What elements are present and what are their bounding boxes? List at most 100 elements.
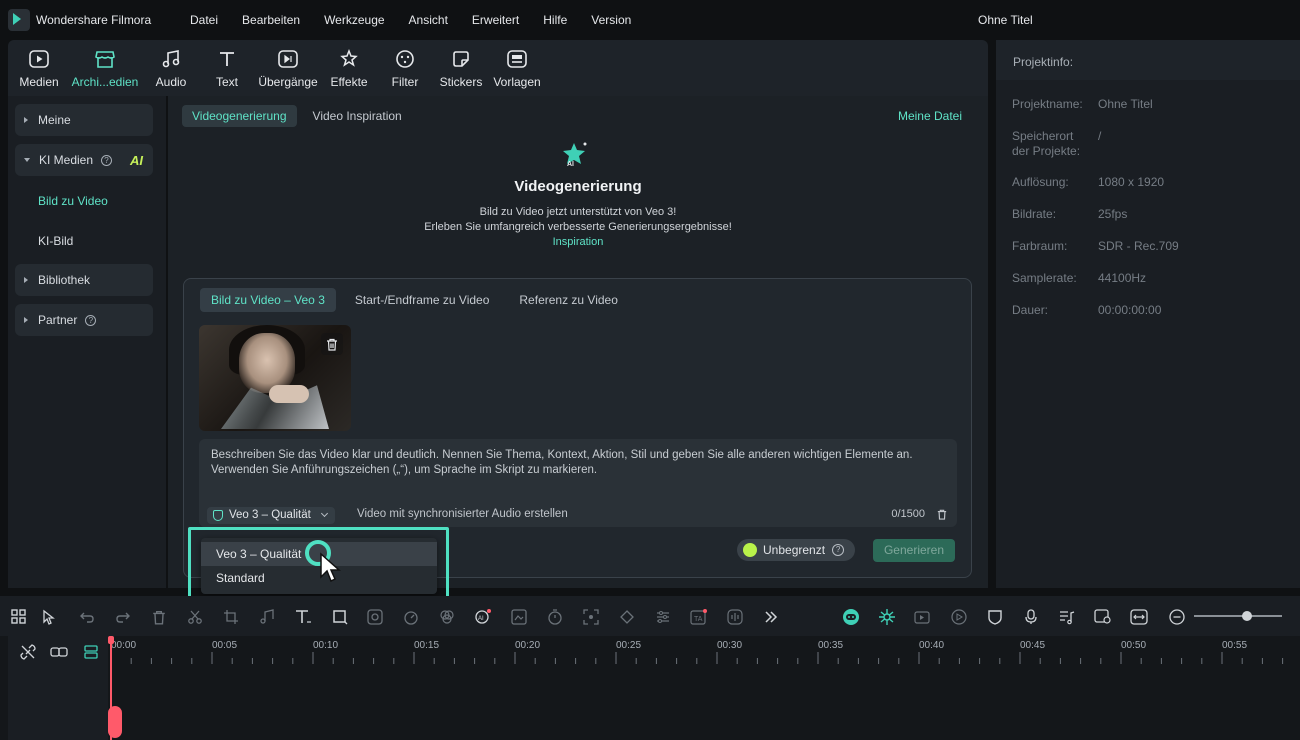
music-list-icon[interactable] bbox=[1058, 608, 1076, 626]
document-title: Ohne Titel bbox=[978, 13, 1033, 27]
help-icon[interactable]: ? bbox=[101, 154, 113, 166]
audio-note: Video mit synchronisierter Audio erstell… bbox=[357, 508, 568, 520]
fit-width-icon[interactable] bbox=[1130, 608, 1148, 626]
menu-erweitert[interactable]: Erweitert bbox=[472, 13, 519, 27]
add-track-icon[interactable] bbox=[82, 644, 100, 663]
menu-bearbeiten[interactable]: Bearbeiten bbox=[242, 13, 300, 27]
adjust-icon[interactable] bbox=[654, 608, 672, 626]
menu-datei[interactable]: Datei bbox=[190, 13, 218, 27]
credit-icon bbox=[743, 543, 757, 557]
playhead-marker[interactable] bbox=[108, 636, 114, 644]
text-tool-icon[interactable] bbox=[294, 608, 312, 626]
info-value: Ohne Titel bbox=[1098, 97, 1153, 111]
clip-settings-icon[interactable] bbox=[1094, 608, 1112, 626]
unlink-icon[interactable] bbox=[20, 644, 36, 663]
audio-edit-icon[interactable] bbox=[258, 608, 276, 626]
sticker-icon bbox=[450, 48, 472, 70]
ruler-label: 00:05 bbox=[212, 640, 238, 651]
menu-hilfe[interactable]: Hilfe bbox=[543, 13, 567, 27]
ruler-label: 00:00 bbox=[111, 640, 137, 651]
color-icon[interactable] bbox=[438, 608, 456, 626]
play-circle-icon[interactable] bbox=[950, 608, 968, 626]
keyframe-icon[interactable] bbox=[618, 608, 636, 626]
prompt-placeholder: Beschreiben Sie das Video klar und deutl… bbox=[211, 449, 913, 476]
caret-right-icon bbox=[24, 317, 28, 323]
select-pointer-icon[interactable] bbox=[41, 608, 59, 626]
crop-icon[interactable] bbox=[222, 608, 240, 626]
sidebar-item-bibliothek[interactable]: Bibliothek bbox=[15, 264, 153, 296]
menu-version[interactable]: Version bbox=[591, 13, 631, 27]
ai-copilot-icon[interactable] bbox=[842, 608, 860, 626]
undo-icon[interactable] bbox=[78, 608, 96, 626]
toolbar-audio-label: Audio bbox=[155, 75, 187, 89]
my-file-link[interactable]: Meine Datei bbox=[898, 109, 962, 123]
info-value: SDR - Rec.709 bbox=[1098, 239, 1179, 253]
uploaded-image-thumbnail[interactable] bbox=[199, 325, 351, 431]
sidebar-item-label: Meine bbox=[38, 113, 71, 127]
help-icon[interactable]: ? bbox=[832, 544, 845, 556]
link-icon[interactable] bbox=[50, 644, 68, 663]
delete-icon[interactable] bbox=[150, 608, 168, 626]
ruler-label: 00:25 bbox=[616, 640, 642, 651]
model-select[interactable]: Veo 3 – Qualität bbox=[207, 507, 336, 524]
ai-tool-icon[interactable]: AI bbox=[474, 608, 492, 626]
filmora-logo-icon bbox=[8, 9, 30, 31]
help-icon[interactable]: ? bbox=[85, 314, 97, 326]
unlimited-badge[interactable]: Unbegrenzt ? bbox=[737, 539, 855, 561]
zoom-slider[interactable] bbox=[1194, 615, 1282, 617]
ai-magic-wand-icon: AI bbox=[560, 140, 590, 170]
inspiration-link[interactable]: Inspiration bbox=[168, 236, 988, 248]
toolbar-stickers-label: Stickers bbox=[439, 75, 483, 89]
tab-referenz[interactable]: Referenz zu Video bbox=[508, 288, 629, 312]
timeline-ruler[interactable]: 00:00 00:05 00:10 00:15 00:20 00:25 00:3… bbox=[110, 636, 1300, 664]
more-chevrons-icon[interactable] bbox=[762, 608, 780, 626]
sidebar-item-ki-bild[interactable]: KI-Bild bbox=[38, 234, 73, 248]
audio-wave-icon[interactable] bbox=[726, 608, 744, 626]
sidebar-item-partner[interactable]: Partner ? bbox=[15, 304, 153, 336]
microphone-icon[interactable] bbox=[1022, 608, 1040, 626]
shape-icon[interactable] bbox=[331, 608, 349, 626]
info-value: 25fps bbox=[1098, 207, 1128, 221]
toolbar-text-label: Text bbox=[216, 75, 239, 89]
ai-image-icon[interactable] bbox=[510, 608, 528, 626]
timer-icon[interactable] bbox=[546, 608, 564, 626]
sidebar-item-label: KI Medien bbox=[39, 153, 94, 167]
music-note-icon bbox=[160, 48, 182, 70]
info-value: 44100Hz bbox=[1098, 271, 1147, 285]
shield-outline-icon[interactable] bbox=[986, 608, 1004, 626]
generate-button[interactable]: Generieren bbox=[873, 539, 955, 562]
ai-badge: AI bbox=[130, 152, 143, 168]
toolbar-filter-label: Filter bbox=[391, 75, 419, 89]
clear-prompt-button[interactable] bbox=[937, 509, 947, 523]
info-value: / bbox=[1098, 129, 1102, 143]
menu-ansicht[interactable]: Ansicht bbox=[409, 13, 448, 27]
mask-icon[interactable] bbox=[366, 608, 384, 626]
menu-werkzeuge[interactable]: Werkzeuge bbox=[324, 13, 384, 27]
model-select-value: Veo 3 – Qualität bbox=[229, 509, 311, 521]
prompt-textarea[interactable]: Beschreiben Sie das Video klar und deutl… bbox=[199, 439, 957, 527]
trash-icon bbox=[327, 338, 337, 351]
tab-video-inspiration[interactable]: Video Inspiration bbox=[303, 105, 412, 127]
sidebar-item-ki-medien[interactable]: KI Medien ? AI bbox=[15, 144, 153, 176]
sidebar-item-meine[interactable]: Meine bbox=[15, 104, 153, 136]
zoom-out-icon[interactable] bbox=[1168, 608, 1186, 626]
delete-image-button[interactable] bbox=[321, 333, 343, 355]
layout-grid-icon[interactable] bbox=[10, 608, 28, 626]
ai-sync-icon[interactable] bbox=[878, 608, 896, 626]
sidebar-item-bild-zu-video[interactable]: Bild zu Video bbox=[38, 194, 108, 208]
toolbar-effects-label: Effekte bbox=[330, 75, 368, 89]
tab-start-endframe[interactable]: Start-/Endframe zu Video bbox=[344, 288, 501, 312]
speed-icon[interactable] bbox=[402, 608, 420, 626]
redo-icon[interactable] bbox=[114, 608, 132, 626]
ruler-label: 00:55 bbox=[1222, 640, 1248, 651]
scissors-icon[interactable] bbox=[186, 608, 204, 626]
ai-text-icon[interactable]: TA bbox=[690, 608, 708, 626]
menu-bar: Datei Bearbeiten Werkzeuge Ansicht Erwei… bbox=[190, 13, 655, 27]
info-label: Samplerate: bbox=[1012, 271, 1077, 285]
zoom-slider-handle[interactable] bbox=[1242, 611, 1252, 621]
ai-video-icon[interactable] bbox=[914, 608, 932, 626]
auto-reframe-icon[interactable] bbox=[582, 608, 600, 626]
playhead-handle[interactable] bbox=[108, 706, 122, 738]
tab-bild-zu-video[interactable]: Bild zu Video – Veo 3 bbox=[200, 288, 336, 312]
tab-videogenerierung[interactable]: Videogenerierung bbox=[182, 105, 297, 127]
